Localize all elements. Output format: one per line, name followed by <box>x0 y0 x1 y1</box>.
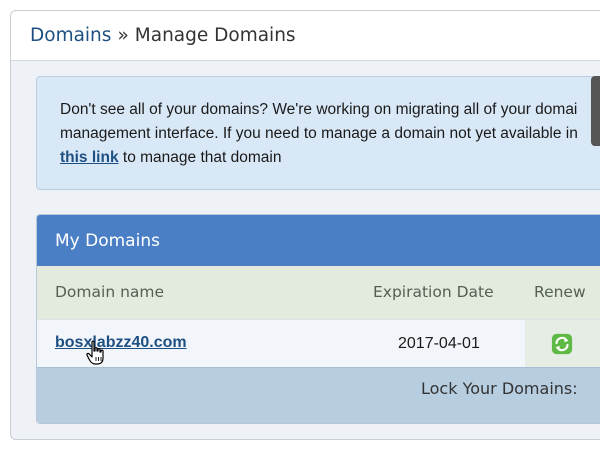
table-row: bosxlabzz40.com 2017-04-01 <box>37 319 600 367</box>
renew-cell <box>525 320 600 367</box>
column-domain-name: Domain name <box>55 283 165 301</box>
page-title: Manage Domains <box>134 25 296 46</box>
my-domains-panel: My Domains Domain name Expiration Date R… <box>36 214 600 424</box>
info-line-3: this link to manage that domain <box>60 146 600 170</box>
migration-info-box: Don't see all of your domains? We're wor… <box>36 76 600 190</box>
hand-pointer-icon <box>86 340 104 365</box>
panel-title: My Domains <box>37 215 600 266</box>
lock-domains-label: Lock Your Domains: <box>421 379 578 398</box>
info-line-3-text: to manage that domain <box>118 149 282 166</box>
this-link[interactable]: this link <box>60 149 119 166</box>
column-renew: Renew <box>534 283 586 301</box>
refresh-icon[interactable] <box>551 333 573 355</box>
info-line-1: Don't see all of your domains? We're wor… <box>60 101 578 118</box>
breadcrumb-domains-link[interactable]: Domains <box>30 25 111 46</box>
column-expiration-date: Expiration Date <box>373 283 494 301</box>
info-line-2: management interface. If you need to man… <box>60 125 578 142</box>
breadcrumb-separator: » <box>117 25 129 46</box>
domain-link[interactable]: bosxlabzz40.com <box>55 334 187 352</box>
lock-domains-row: Lock Your Domains: <box>37 367 600 423</box>
breadcrumb: Domains » Manage Domains <box>11 11 600 61</box>
scrollbar-thumb[interactable] <box>591 76 600 146</box>
expiration-date: 2017-04-01 <box>398 335 480 352</box>
app-frame: Domains » Manage Domains Don't see all o… <box>10 10 600 440</box>
table-header: Domain name Expiration Date Renew <box>37 266 600 319</box>
